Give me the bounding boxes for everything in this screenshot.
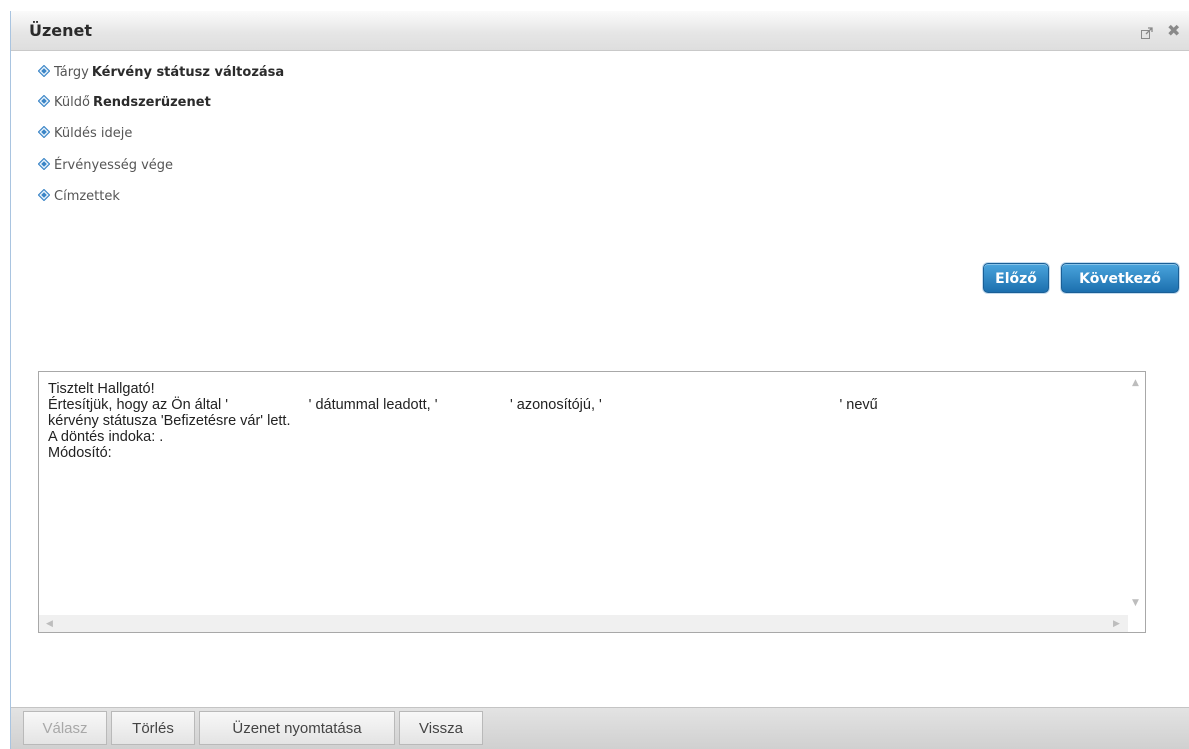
scroll-down-icon[interactable]: ▼ bbox=[1132, 598, 1139, 608]
diamond-bullet-icon bbox=[38, 126, 50, 138]
field-label: Tárgy bbox=[54, 65, 89, 80]
field-subject: Tárgy Kérvény státusz változása bbox=[38, 65, 284, 83]
scroll-left-icon[interactable]: ◀ bbox=[46, 619, 53, 629]
dialog-footer: Válasz Törlés Üzenet nyomtatása Vissza bbox=[11, 707, 1189, 749]
scrollbar-corner bbox=[1128, 615, 1145, 632]
message-line: A döntés indoka: . bbox=[48, 429, 164, 445]
field-sender: Küldő Rendszerüzenet bbox=[38, 95, 211, 113]
scroll-up-icon[interactable]: ▲ bbox=[1132, 378, 1139, 388]
field-recipients: Címzettek bbox=[38, 189, 123, 207]
delete-button[interactable]: Törlés bbox=[111, 711, 195, 745]
message-line: Értesítjük, hogy az Ön által ' ' dátumma… bbox=[48, 397, 878, 413]
field-label: Érvényesség vége bbox=[54, 158, 174, 173]
field-sent-time: Küldés ideje bbox=[38, 126, 135, 144]
popout-icon[interactable] bbox=[1140, 25, 1154, 39]
field-value: Kérvény státusz változása bbox=[91, 65, 285, 80]
field-label: Küldés ideje bbox=[54, 126, 133, 141]
print-message-button[interactable]: Üzenet nyomtatása bbox=[199, 711, 395, 745]
previous-button[interactable]: Előző bbox=[983, 263, 1049, 293]
message-line: Módosító: bbox=[48, 445, 112, 461]
reply-button[interactable]: Válasz bbox=[23, 711, 107, 745]
dialog-title: Üzenet bbox=[29, 21, 93, 40]
horizontal-scrollbar[interactable]: ◀ ▶ bbox=[39, 615, 1128, 632]
field-value: Rendszerüzenet bbox=[92, 95, 211, 110]
message-line: Tisztelt Hallgató! bbox=[48, 381, 155, 397]
diamond-bullet-icon bbox=[38, 65, 50, 77]
vertical-scrollbar[interactable]: ▲ ▼ bbox=[1128, 372, 1145, 615]
dialog-titlebar[interactable]: Üzenet ✖ bbox=[11, 11, 1189, 51]
field-expiry: Érvényesség vége bbox=[38, 158, 176, 176]
field-label: Címzettek bbox=[54, 189, 120, 204]
field-label: Küldő bbox=[54, 95, 90, 110]
message-dialog: Üzenet ✖ Tárgy Kérvény státusz változása … bbox=[10, 11, 1189, 749]
next-button[interactable]: Következő bbox=[1061, 263, 1179, 293]
message-body-textarea[interactable]: Tisztelt Hallgató! Értesítjük, hogy az Ön… bbox=[38, 371, 1146, 633]
diamond-bullet-icon bbox=[38, 189, 50, 201]
close-icon[interactable]: ✖ bbox=[1167, 23, 1180, 39]
message-line: kérvény státusza 'Befizetésre vár' lett. bbox=[48, 413, 291, 429]
diamond-bullet-icon bbox=[38, 158, 50, 170]
back-button[interactable]: Vissza bbox=[399, 711, 483, 745]
scroll-right-icon[interactable]: ▶ bbox=[1113, 619, 1120, 629]
message-text: Tisztelt Hallgató! Értesítjük, hogy az Ön… bbox=[48, 381, 1118, 461]
diamond-bullet-icon bbox=[38, 95, 50, 107]
